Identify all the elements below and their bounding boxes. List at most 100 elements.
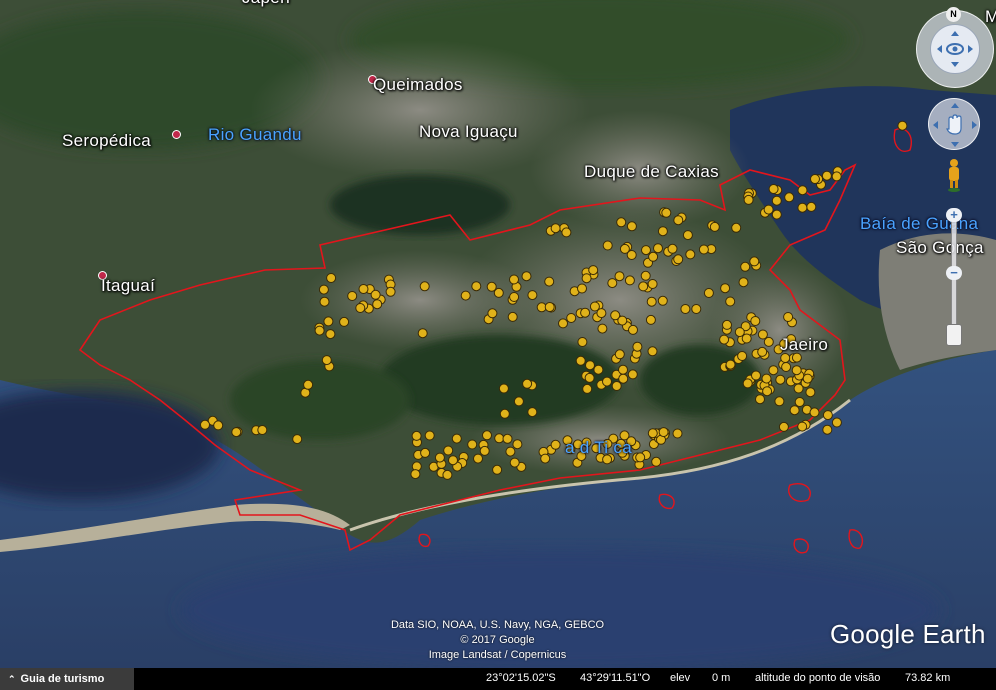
placemark-icon[interactable] (738, 277, 749, 288)
placemark-icon[interactable] (358, 284, 369, 294)
placemark-icon[interactable] (507, 311, 518, 322)
placemark-icon[interactable] (628, 324, 638, 335)
placemark-icon[interactable] (703, 288, 714, 298)
placemark-icon[interactable] (771, 209, 782, 220)
placemark-icon[interactable] (410, 469, 421, 480)
placemark-icon[interactable] (661, 207, 672, 218)
placemark-icon[interactable] (577, 283, 587, 294)
placemark-icon[interactable] (566, 313, 577, 323)
placemark-icon[interactable] (580, 307, 591, 318)
placemark-icon[interactable] (479, 445, 490, 456)
placemark-icon[interactable] (411, 430, 422, 441)
placemark-icon[interactable] (617, 315, 628, 326)
placemark-icon[interactable] (372, 299, 383, 310)
placemark-icon[interactable] (618, 364, 628, 375)
placemark-icon[interactable] (473, 453, 483, 464)
placemark-icon[interactable] (768, 184, 779, 194)
placemark-icon[interactable] (614, 271, 625, 282)
placemark-icon[interactable] (540, 453, 551, 464)
placemark-icon[interactable] (442, 469, 453, 480)
placemark-icon[interactable] (505, 446, 516, 457)
placemark-icon[interactable] (822, 424, 833, 435)
placemark-icon[interactable] (434, 452, 445, 463)
placemark-icon[interactable] (575, 355, 586, 366)
placemark-icon[interactable] (626, 221, 637, 232)
placemark-icon[interactable] (647, 428, 658, 439)
placemark-icon[interactable] (783, 312, 794, 322)
placemark-icon[interactable] (757, 329, 768, 340)
placemark-icon[interactable] (498, 383, 509, 394)
placemark-icon[interactable] (370, 289, 381, 300)
placemark-icon[interactable] (521, 271, 532, 282)
placemark-icon[interactable] (806, 201, 817, 212)
placemark-icon[interactable] (585, 360, 595, 371)
placemark-icon[interactable] (791, 365, 802, 376)
placemark-icon[interactable] (725, 296, 736, 307)
placemark-icon[interactable] (897, 120, 908, 131)
placemark-icon[interactable] (647, 279, 658, 289)
placemark-icon[interactable] (771, 195, 782, 206)
placemark-icon[interactable] (597, 323, 608, 334)
placemark-icon[interactable] (802, 373, 813, 384)
placemark-icon[interactable] (544, 276, 555, 287)
placemark-icon[interactable] (616, 217, 627, 228)
placemark-icon[interactable] (420, 447, 431, 458)
placemark-icon[interactable] (638, 281, 649, 292)
placemark-icon[interactable] (231, 427, 242, 438)
placemark-icon[interactable] (292, 434, 303, 445)
placemark-icon[interactable] (761, 373, 772, 384)
placemark-icon[interactable] (544, 302, 555, 312)
placemark-icon[interactable] (822, 410, 833, 421)
placemark-icon[interactable] (685, 249, 696, 260)
placemark-icon[interactable] (698, 244, 709, 255)
placemark-icon[interactable] (213, 420, 224, 431)
placemark-icon[interactable] (781, 362, 792, 372)
look-joystick[interactable] (930, 24, 980, 74)
placemark-icon[interactable] (487, 308, 498, 319)
placemark-icon[interactable] (682, 230, 693, 241)
move-control[interactable] (928, 98, 980, 150)
placemark-icon[interactable] (319, 296, 330, 307)
placemark-icon[interactable] (326, 273, 337, 283)
placemark-icon[interactable] (581, 273, 592, 284)
placemark-icon[interactable] (646, 296, 657, 307)
placemark-icon[interactable] (635, 452, 646, 463)
zoom-slider[interactable]: + − (946, 208, 962, 348)
placemark-icon[interactable] (775, 374, 786, 385)
placemark-icon[interactable] (509, 292, 520, 302)
placemark-icon[interactable] (784, 192, 795, 203)
placemark-icon[interactable] (831, 417, 842, 428)
tour-guide-button[interactable]: ⌃ Guia de turismo (0, 668, 134, 690)
placemark-icon[interactable] (318, 284, 329, 295)
placemark-icon[interactable] (321, 355, 332, 366)
placemark-icon[interactable] (768, 365, 779, 376)
placemark-icon[interactable] (673, 254, 684, 265)
placemark-icon[interactable] (740, 261, 751, 272)
placemark-icon[interactable] (789, 405, 800, 416)
placemark-icon[interactable] (778, 421, 789, 432)
placemark-icon[interactable] (640, 270, 651, 281)
placemark-icon[interactable] (527, 290, 538, 301)
zoom-in-button[interactable]: + (946, 208, 962, 222)
placemark-icon[interactable] (774, 396, 785, 407)
placemark-icon[interactable] (451, 433, 462, 444)
placemark-icon[interactable] (460, 290, 471, 301)
placemark-icon[interactable] (645, 314, 656, 325)
placemark-icon[interactable] (467, 439, 478, 450)
placemark-icon[interactable] (709, 221, 720, 232)
placemark-icon[interactable] (419, 281, 430, 292)
placemark-icon[interactable] (751, 370, 761, 381)
placemark-icon[interactable] (672, 428, 683, 439)
pegman-icon[interactable] (946, 158, 962, 192)
placemark-icon[interactable] (482, 430, 492, 441)
placemark-icon[interactable] (303, 379, 314, 390)
placemark-icon[interactable] (743, 194, 754, 205)
placemark-icon[interactable] (797, 185, 808, 196)
placemark-icon[interactable] (658, 427, 669, 438)
placemark-icon[interactable] (611, 381, 622, 391)
placemark-icon[interactable] (584, 372, 595, 383)
placemark-icon[interactable] (691, 304, 702, 314)
placemark-icon[interactable] (448, 455, 458, 466)
placemark-icon[interactable] (653, 243, 663, 254)
placemark-icon[interactable] (314, 325, 325, 336)
